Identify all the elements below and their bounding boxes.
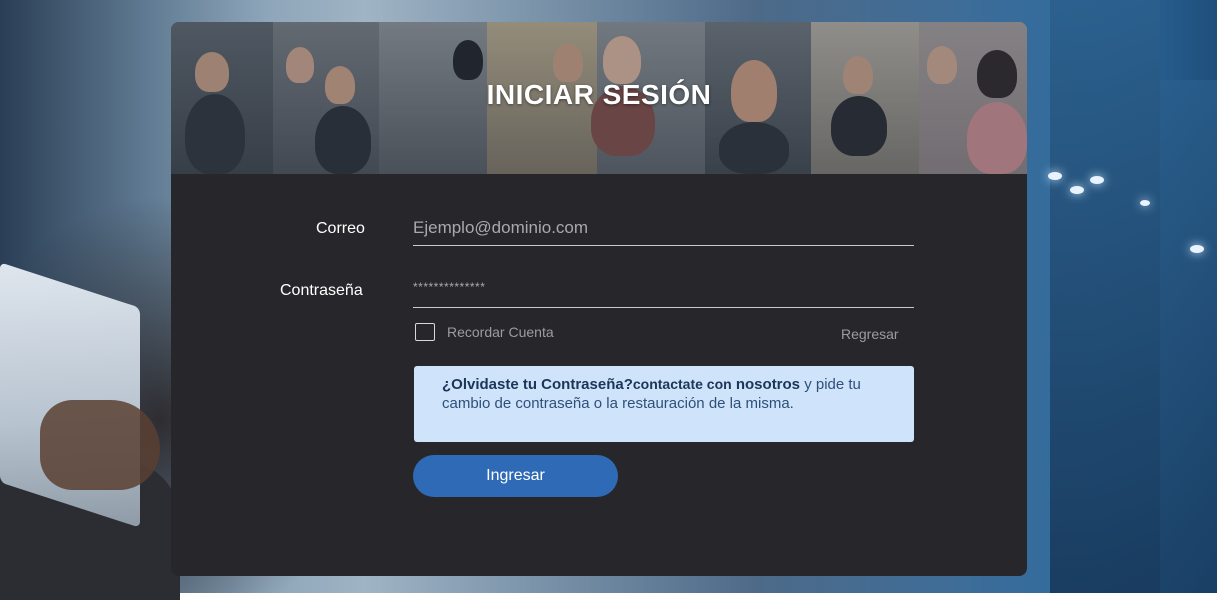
- notice-question: ¿Olvidaste tu Contraseña?: [442, 376, 633, 393]
- email-label: Correo: [316, 220, 365, 237]
- forgot-password-notice: ¿Olvidaste tu Contraseña?contactate con …: [414, 366, 914, 442]
- background-building: [1160, 80, 1217, 593]
- login-card: INICIAR SESIÓN Correo Ejemplo@dominio.co…: [171, 22, 1027, 576]
- remember-label[interactable]: Recordar Cuenta: [447, 324, 554, 340]
- page-title: INICIAR SESIÓN: [486, 79, 712, 110]
- back-link[interactable]: Regresar: [841, 326, 899, 342]
- background-hand: [40, 400, 160, 490]
- notice-contact-link[interactable]: nosotros: [736, 376, 800, 393]
- background-light: [1070, 186, 1084, 194]
- password-field[interactable]: **************: [413, 280, 914, 308]
- login-button[interactable]: Ingresar: [413, 455, 618, 497]
- team-banner-image: INICIAR SESIÓN: [171, 22, 1027, 174]
- remember-checkbox-icon[interactable]: [415, 323, 435, 341]
- background-light: [1140, 200, 1150, 206]
- background-light: [1090, 176, 1104, 184]
- email-field[interactable]: Ejemplo@dominio.com: [413, 218, 914, 246]
- password-label: Contraseña: [280, 282, 363, 299]
- background-light: [1190, 245, 1204, 253]
- background-building: [1050, 0, 1160, 593]
- background-light: [1048, 172, 1062, 180]
- notice-contact-prefix: contactate con: [632, 376, 732, 392]
